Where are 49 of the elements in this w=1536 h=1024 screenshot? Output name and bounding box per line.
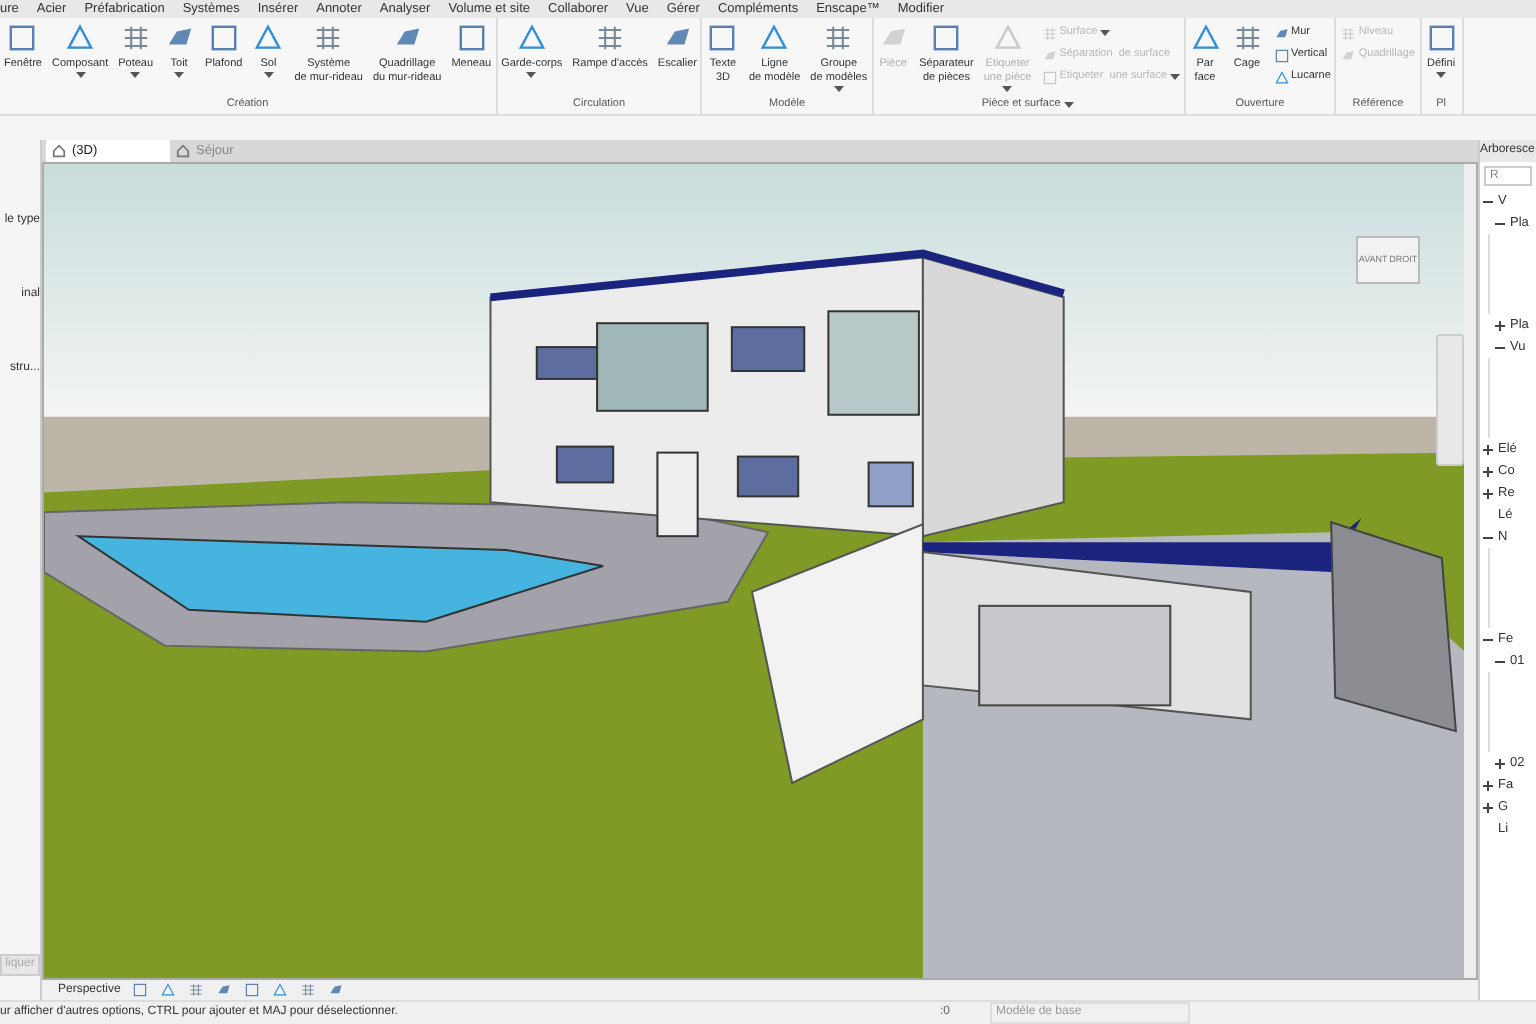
caret-icon [263,72,274,78]
tool-icon [300,982,317,998]
expand-icon[interactable] [1482,487,1494,499]
collapse-icon[interactable] [1494,341,1506,353]
tool-icon [312,22,345,54]
tool-icon [515,22,548,54]
tool-icon [930,22,963,54]
tool-icon [188,982,205,998]
tool-icon [991,22,1024,54]
house-icon [52,144,66,158]
tool-icon [594,22,627,54]
caret-icon [174,72,185,78]
caret-icon [75,72,86,78]
collapse-icon[interactable] [1482,531,1494,543]
tool-icon [706,22,739,54]
tool-icon [252,22,285,54]
caret-icon [1099,30,1110,36]
tool-icon [1340,47,1357,63]
tool-icon [822,22,855,54]
expand-icon[interactable] [1482,443,1494,455]
caret-icon [833,86,844,92]
tool-icon [1340,25,1357,41]
tool-icon [1041,25,1058,41]
tool-icon [758,22,791,54]
expand-icon[interactable] [1494,319,1506,331]
caret-icon [526,72,537,78]
collapse-icon[interactable] [1482,633,1494,645]
tool-icon [6,22,39,54]
vertical-scrollbar[interactable] [1464,164,1476,978]
expand-icon[interactable] [1494,757,1506,769]
expand-icon[interactable] [1482,801,1494,813]
tool-icon [1425,22,1458,54]
house-icon [176,144,190,158]
caret-icon [1169,74,1179,80]
collapse-icon[interactable] [1482,195,1494,207]
caret-icon [130,72,141,78]
expand-icon[interactable] [1482,779,1494,791]
tool-icon [119,22,152,54]
collapse-icon[interactable] [1494,655,1506,667]
caret-icon [1064,102,1075,109]
tool-icon [64,22,97,54]
tool-icon [207,22,240,54]
caret-icon [1436,72,1447,78]
collapse-icon[interactable] [1494,217,1506,229]
caret-icon [1002,86,1013,92]
tool-icon [1231,22,1263,54]
expand-icon[interactable] [1482,465,1494,477]
tool-icon [455,22,488,54]
tool-icon [1189,22,1221,54]
